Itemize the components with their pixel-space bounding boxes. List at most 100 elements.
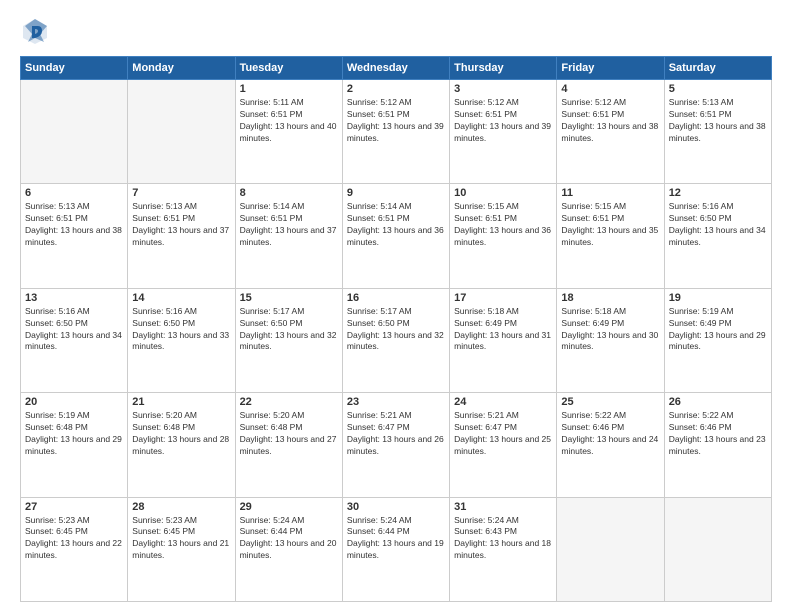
- cell-info: Sunrise: 5:21 AM Sunset: 6:47 PM Dayligh…: [347, 410, 445, 458]
- day-number: 22: [240, 396, 338, 408]
- weekday-header-tuesday: Tuesday: [235, 57, 342, 80]
- day-number: 21: [132, 396, 230, 408]
- day-number: 9: [347, 187, 445, 199]
- day-number: 2: [347, 83, 445, 95]
- calendar-cell: 27 Sunrise: 5:23 AM Sunset: 6:45 PM Dayl…: [21, 497, 128, 601]
- day-number: 27: [25, 501, 123, 513]
- cell-info: Sunrise: 5:17 AM Sunset: 6:50 PM Dayligh…: [347, 306, 445, 354]
- calendar-cell: 1 Sunrise: 5:11 AM Sunset: 6:51 PM Dayli…: [235, 80, 342, 184]
- day-number: 24: [454, 396, 552, 408]
- calendar-cell: [557, 497, 664, 601]
- calendar-cell: 17 Sunrise: 5:18 AM Sunset: 6:49 PM Dayl…: [450, 288, 557, 392]
- day-number: 15: [240, 292, 338, 304]
- cell-info: Sunrise: 5:24 AM Sunset: 6:44 PM Dayligh…: [347, 515, 445, 563]
- day-number: 20: [25, 396, 123, 408]
- day-number: 4: [561, 83, 659, 95]
- calendar-cell: 18 Sunrise: 5:18 AM Sunset: 6:49 PM Dayl…: [557, 288, 664, 392]
- cell-info: Sunrise: 5:11 AM Sunset: 6:51 PM Dayligh…: [240, 97, 338, 145]
- calendar-cell: 22 Sunrise: 5:20 AM Sunset: 6:48 PM Dayl…: [235, 393, 342, 497]
- cell-info: Sunrise: 5:21 AM Sunset: 6:47 PM Dayligh…: [454, 410, 552, 458]
- cell-info: Sunrise: 5:20 AM Sunset: 6:48 PM Dayligh…: [240, 410, 338, 458]
- calendar-table: SundayMondayTuesdayWednesdayThursdayFrid…: [20, 56, 772, 602]
- cell-info: Sunrise: 5:13 AM Sunset: 6:51 PM Dayligh…: [132, 201, 230, 249]
- calendar-cell: 14 Sunrise: 5:16 AM Sunset: 6:50 PM Dayl…: [128, 288, 235, 392]
- calendar-cell: [21, 80, 128, 184]
- cell-info: Sunrise: 5:13 AM Sunset: 6:51 PM Dayligh…: [669, 97, 767, 145]
- day-number: 1: [240, 83, 338, 95]
- weekday-header-wednesday: Wednesday: [342, 57, 449, 80]
- calendar-cell: 10 Sunrise: 5:15 AM Sunset: 6:51 PM Dayl…: [450, 184, 557, 288]
- calendar-cell: [664, 497, 771, 601]
- calendar-cell: 24 Sunrise: 5:21 AM Sunset: 6:47 PM Dayl…: [450, 393, 557, 497]
- day-number: 8: [240, 187, 338, 199]
- calendar-cell: 3 Sunrise: 5:12 AM Sunset: 6:51 PM Dayli…: [450, 80, 557, 184]
- cell-info: Sunrise: 5:15 AM Sunset: 6:51 PM Dayligh…: [454, 201, 552, 249]
- week-row-1: 6 Sunrise: 5:13 AM Sunset: 6:51 PM Dayli…: [21, 184, 772, 288]
- cell-info: Sunrise: 5:16 AM Sunset: 6:50 PM Dayligh…: [669, 201, 767, 249]
- weekday-header-monday: Monday: [128, 57, 235, 80]
- cell-info: Sunrise: 5:14 AM Sunset: 6:51 PM Dayligh…: [347, 201, 445, 249]
- cell-info: Sunrise: 5:24 AM Sunset: 6:43 PM Dayligh…: [454, 515, 552, 563]
- day-number: 29: [240, 501, 338, 513]
- weekday-header-friday: Friday: [557, 57, 664, 80]
- calendar-cell: 30 Sunrise: 5:24 AM Sunset: 6:44 PM Dayl…: [342, 497, 449, 601]
- logo-icon: [20, 16, 50, 46]
- week-row-0: 1 Sunrise: 5:11 AM Sunset: 6:51 PM Dayli…: [21, 80, 772, 184]
- cell-info: Sunrise: 5:22 AM Sunset: 6:46 PM Dayligh…: [561, 410, 659, 458]
- day-number: 18: [561, 292, 659, 304]
- calendar-cell: 5 Sunrise: 5:13 AM Sunset: 6:51 PM Dayli…: [664, 80, 771, 184]
- cell-info: Sunrise: 5:12 AM Sunset: 6:51 PM Dayligh…: [454, 97, 552, 145]
- calendar-cell: 9 Sunrise: 5:14 AM Sunset: 6:51 PM Dayli…: [342, 184, 449, 288]
- weekday-header-saturday: Saturday: [664, 57, 771, 80]
- day-number: 14: [132, 292, 230, 304]
- cell-info: Sunrise: 5:23 AM Sunset: 6:45 PM Dayligh…: [25, 515, 123, 563]
- page: SundayMondayTuesdayWednesdayThursdayFrid…: [0, 0, 792, 612]
- cell-info: Sunrise: 5:12 AM Sunset: 6:51 PM Dayligh…: [561, 97, 659, 145]
- cell-info: Sunrise: 5:18 AM Sunset: 6:49 PM Dayligh…: [561, 306, 659, 354]
- day-number: 26: [669, 396, 767, 408]
- cell-info: Sunrise: 5:18 AM Sunset: 6:49 PM Dayligh…: [454, 306, 552, 354]
- cell-info: Sunrise: 5:22 AM Sunset: 6:46 PM Dayligh…: [669, 410, 767, 458]
- cell-info: Sunrise: 5:13 AM Sunset: 6:51 PM Dayligh…: [25, 201, 123, 249]
- day-number: 31: [454, 501, 552, 513]
- day-number: 10: [454, 187, 552, 199]
- logo: [20, 16, 54, 46]
- cell-info: Sunrise: 5:15 AM Sunset: 6:51 PM Dayligh…: [561, 201, 659, 249]
- calendar-cell: 12 Sunrise: 5:16 AM Sunset: 6:50 PM Dayl…: [664, 184, 771, 288]
- day-number: 7: [132, 187, 230, 199]
- cell-info: Sunrise: 5:16 AM Sunset: 6:50 PM Dayligh…: [132, 306, 230, 354]
- calendar-cell: 20 Sunrise: 5:19 AM Sunset: 6:48 PM Dayl…: [21, 393, 128, 497]
- calendar-cell: 25 Sunrise: 5:22 AM Sunset: 6:46 PM Dayl…: [557, 393, 664, 497]
- calendar-cell: 4 Sunrise: 5:12 AM Sunset: 6:51 PM Dayli…: [557, 80, 664, 184]
- calendar-cell: 6 Sunrise: 5:13 AM Sunset: 6:51 PM Dayli…: [21, 184, 128, 288]
- calendar-cell: 21 Sunrise: 5:20 AM Sunset: 6:48 PM Dayl…: [128, 393, 235, 497]
- calendar-cell: 7 Sunrise: 5:13 AM Sunset: 6:51 PM Dayli…: [128, 184, 235, 288]
- cell-info: Sunrise: 5:16 AM Sunset: 6:50 PM Dayligh…: [25, 306, 123, 354]
- weekday-header-row: SundayMondayTuesdayWednesdayThursdayFrid…: [21, 57, 772, 80]
- week-row-3: 20 Sunrise: 5:19 AM Sunset: 6:48 PM Dayl…: [21, 393, 772, 497]
- calendar-cell: 29 Sunrise: 5:24 AM Sunset: 6:44 PM Dayl…: [235, 497, 342, 601]
- day-number: 23: [347, 396, 445, 408]
- day-number: 3: [454, 83, 552, 95]
- calendar-cell: [128, 80, 235, 184]
- day-number: 13: [25, 292, 123, 304]
- day-number: 30: [347, 501, 445, 513]
- week-row-2: 13 Sunrise: 5:16 AM Sunset: 6:50 PM Dayl…: [21, 288, 772, 392]
- day-number: 12: [669, 187, 767, 199]
- day-number: 25: [561, 396, 659, 408]
- cell-info: Sunrise: 5:17 AM Sunset: 6:50 PM Dayligh…: [240, 306, 338, 354]
- calendar-cell: 16 Sunrise: 5:17 AM Sunset: 6:50 PM Dayl…: [342, 288, 449, 392]
- cell-info: Sunrise: 5:20 AM Sunset: 6:48 PM Dayligh…: [132, 410, 230, 458]
- calendar-cell: 2 Sunrise: 5:12 AM Sunset: 6:51 PM Dayli…: [342, 80, 449, 184]
- calendar-cell: 15 Sunrise: 5:17 AM Sunset: 6:50 PM Dayl…: [235, 288, 342, 392]
- week-row-4: 27 Sunrise: 5:23 AM Sunset: 6:45 PM Dayl…: [21, 497, 772, 601]
- day-number: 16: [347, 292, 445, 304]
- cell-info: Sunrise: 5:19 AM Sunset: 6:49 PM Dayligh…: [669, 306, 767, 354]
- calendar-cell: 23 Sunrise: 5:21 AM Sunset: 6:47 PM Dayl…: [342, 393, 449, 497]
- calendar-cell: 26 Sunrise: 5:22 AM Sunset: 6:46 PM Dayl…: [664, 393, 771, 497]
- day-number: 5: [669, 83, 767, 95]
- cell-info: Sunrise: 5:14 AM Sunset: 6:51 PM Dayligh…: [240, 201, 338, 249]
- calendar-cell: 11 Sunrise: 5:15 AM Sunset: 6:51 PM Dayl…: [557, 184, 664, 288]
- calendar-cell: 19 Sunrise: 5:19 AM Sunset: 6:49 PM Dayl…: [664, 288, 771, 392]
- day-number: 17: [454, 292, 552, 304]
